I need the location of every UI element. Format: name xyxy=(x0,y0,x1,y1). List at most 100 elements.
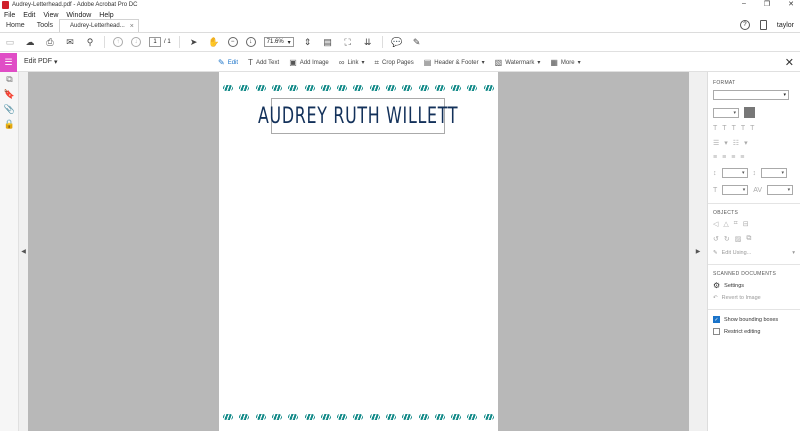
bookmark-icon[interactable]: 🔖 xyxy=(0,87,19,102)
tab-document[interactable]: Audrey-Letterhead... × xyxy=(59,19,139,32)
show-bounding-boxes-option[interactable]: ✓ Show bounding boxes xyxy=(713,316,795,323)
underline-icon[interactable]: T xyxy=(741,125,745,132)
objects-heading: OBJECTS xyxy=(713,210,739,216)
paragraph-spacing-icon[interactable]: ↕ xyxy=(753,170,757,177)
strikethrough-icon[interactable]: T xyxy=(750,125,754,132)
menu-view[interactable]: View xyxy=(42,12,59,19)
revert-to-image-button[interactable]: ↶ Revert to Image xyxy=(713,295,795,301)
tool-header-footer[interactable]: ▤ Header & Footer ▾ xyxy=(424,58,485,67)
leaf-ornament xyxy=(483,84,494,91)
zoom-select[interactable]: 71.6% ▾ xyxy=(263,37,294,47)
select-cursor-icon[interactable]: ➤ xyxy=(188,36,200,48)
align-center-icon[interactable]: ≡ xyxy=(722,154,726,161)
zoom-in-icon[interactable]: ↓ xyxy=(245,37,256,47)
menu-window[interactable]: Window xyxy=(65,12,92,19)
rotate-left-icon[interactable]: ↺ xyxy=(713,235,719,243)
restrict-editing-option[interactable]: Restrict editing xyxy=(713,328,795,335)
settings-button[interactable]: ⚙ Settings xyxy=(713,281,795,290)
close-tool-icon[interactable]: ✕ xyxy=(785,56,794,69)
tool-watermark[interactable]: ▧ Watermark ▾ xyxy=(495,58,541,67)
hand-tool-icon[interactable]: ✋ xyxy=(208,36,220,48)
close-window-button[interactable]: ✕ xyxy=(788,0,794,8)
tab-tools[interactable]: Tools xyxy=(31,19,59,32)
email-icon[interactable]: ✉ xyxy=(64,36,76,48)
help-icon[interactable]: ? xyxy=(739,20,750,30)
line-spacing-icon[interactable]: ↕ xyxy=(713,170,717,177)
tool-add-image[interactable]: ▣ Add Image xyxy=(289,58,329,67)
numbered-list-icon[interactable]: ☷ xyxy=(733,139,739,147)
mobile-link-icon[interactable] xyxy=(759,20,767,30)
tab-home[interactable]: Home xyxy=(0,19,31,32)
edit-pdf-tool-icon[interactable]: ☰ xyxy=(0,52,17,72)
search-icon[interactable]: ⚲ xyxy=(84,36,96,48)
collapse-left-pane-icon[interactable]: ◀ xyxy=(19,72,28,431)
arrange-icon[interactable]: ⧉ xyxy=(746,235,751,243)
tool-crop-pages[interactable]: ⌗ Crop Pages xyxy=(375,58,414,68)
leaf-ornament xyxy=(320,84,331,91)
page-number-input[interactable]: 1 xyxy=(149,37,161,47)
align-left-icon[interactable]: ≡ xyxy=(713,154,717,161)
horizontal-scale-icon[interactable]: T xyxy=(713,187,717,194)
upload-cloud-icon[interactable]: ☁ xyxy=(24,36,36,48)
crop-object-icon[interactable]: ⌗ xyxy=(734,220,738,228)
lock-security-icon[interactable]: 🔒 xyxy=(0,117,19,132)
tool-edit[interactable]: ✎ Edit xyxy=(218,58,238,67)
save-icon[interactable]: ▭ xyxy=(4,36,16,48)
tab-close-icon[interactable]: × xyxy=(130,23,134,30)
font-color-swatch[interactable] xyxy=(744,107,755,118)
full-screen-icon[interactable]: ⛶ xyxy=(342,36,354,48)
menu-edit[interactable]: Edit xyxy=(22,12,36,19)
horizontal-scale-select[interactable]: ▾ xyxy=(722,185,749,195)
restrict-editing-checkbox[interactable] xyxy=(713,328,720,335)
prev-page-icon[interactable]: ↑ xyxy=(113,37,123,47)
menu-help[interactable]: Help xyxy=(98,12,114,19)
read-mode-icon[interactable]: ⇊ xyxy=(362,36,374,48)
show-bounding-boxes-checkbox[interactable]: ✓ xyxy=(713,316,720,323)
leaf-ornament xyxy=(467,413,478,420)
align-right-icon[interactable]: ≡ xyxy=(731,154,735,161)
superscript-icon[interactable]: T xyxy=(722,125,726,132)
leaf-ornament xyxy=(304,84,315,91)
align-justify-icon[interactable]: ≡ xyxy=(740,154,744,161)
tool-link[interactable]: ∞ Link ▾ xyxy=(339,58,365,67)
paragraph-spacing-select[interactable]: ▾ xyxy=(761,168,787,178)
align-objects-icon[interactable]: ⊟ xyxy=(743,220,749,228)
tool-add-text[interactable]: T Add Text xyxy=(248,58,279,67)
leaf-ornament xyxy=(288,84,299,91)
user-menu[interactable]: taylor xyxy=(777,22,794,29)
comment-icon[interactable]: 💬 xyxy=(391,36,403,48)
page-thumbnails-icon[interactable]: ⧉ xyxy=(0,72,19,87)
page-view-icon[interactable]: ▤ xyxy=(322,36,334,48)
next-page-icon[interactable]: ↓ xyxy=(131,37,141,47)
sign-pen-icon[interactable]: ✎ xyxy=(411,36,423,48)
line-spacing-select[interactable]: ▾ xyxy=(721,168,748,178)
rotate-right-icon[interactable]: ↻ xyxy=(724,235,730,243)
print-icon[interactable]: ⎙ xyxy=(44,36,56,48)
collapse-right-pane-icon[interactable]: ▶ xyxy=(689,72,707,431)
subscript-icon[interactable]: T xyxy=(732,125,736,132)
character-spacing-select[interactable]: ▾ xyxy=(767,185,794,195)
maximize-button[interactable]: ❐ xyxy=(764,0,770,8)
attachment-icon[interactable]: 📎 xyxy=(0,102,19,117)
edit-using-dropdown[interactable]: ✎ Edit Using... ▾ xyxy=(713,250,795,256)
zoom-out-icon[interactable]: − xyxy=(227,37,238,47)
name-text-box[interactable]: AUDREY RUTH WILLETT xyxy=(258,98,457,134)
font-family-select[interactable]: ▾ xyxy=(713,90,789,100)
font-size-select[interactable]: ▾ xyxy=(713,107,739,118)
tool-more[interactable]: ▦ More ▾ xyxy=(550,58,580,67)
edit-pdf-dropdown[interactable]: Edit PDF ▾ xyxy=(24,58,58,66)
bullet-list-icon[interactable]: ☰ xyxy=(713,139,719,147)
fit-page-icon[interactable]: ⇕ xyxy=(302,36,314,48)
character-spacing-icon[interactable]: AV xyxy=(753,187,762,194)
replace-image-icon[interactable]: ▨ xyxy=(735,235,742,243)
leaf-ornament xyxy=(223,84,234,91)
flip-icon[interactable]: ◁ xyxy=(713,220,718,228)
scanned-documents-heading: SCANNED DOCUMENTS xyxy=(713,271,777,277)
minimize-button[interactable]: – xyxy=(742,0,746,8)
zoom-value: 71.6% xyxy=(266,39,284,45)
text-style-icon[interactable]: T xyxy=(713,125,717,132)
menu-file[interactable]: File xyxy=(3,12,16,19)
watermark-icon: ▧ xyxy=(494,58,503,67)
flip-vertical-icon[interactable]: △ xyxy=(723,220,728,228)
pdf-page[interactable]: AUDREY RUTH WILLETT xyxy=(219,72,498,431)
